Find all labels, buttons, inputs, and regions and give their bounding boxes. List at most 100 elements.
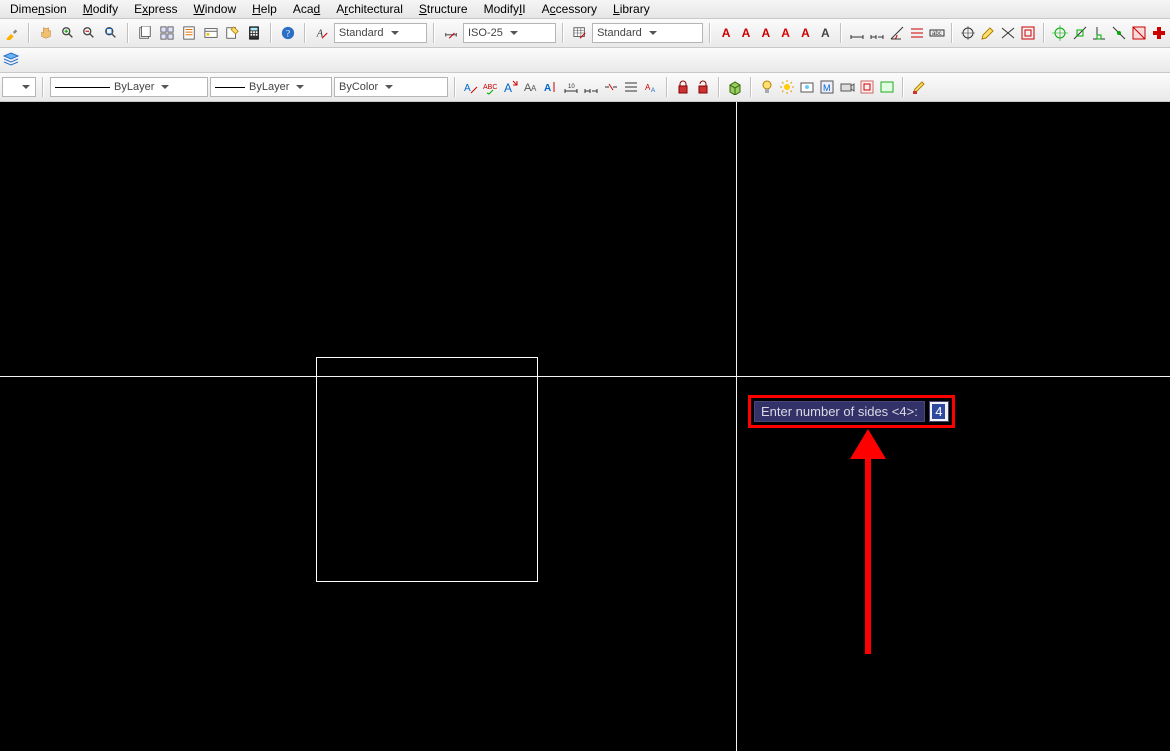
spell-icon[interactable]: ABC <box>482 78 500 96</box>
text-style-icon[interactable]: A <box>312 23 332 43</box>
dim-continue-icon[interactable] <box>868 24 886 42</box>
dim-style-combo[interactable]: ISO-25 <box>463 23 556 43</box>
dim-center-icon[interactable] <box>959 24 977 42</box>
menu-item-architectural[interactable]: Architectural <box>328 1 411 17</box>
menu-item-help[interactable]: Help <box>244 1 285 17</box>
walk-icon[interactable] <box>858 78 876 96</box>
markup-icon[interactable] <box>223 23 243 43</box>
svg-text:A: A <box>464 83 471 94</box>
color-combo[interactable] <box>2 77 36 97</box>
menu-item-express[interactable]: Express <box>126 1 185 17</box>
dim-quick-icon[interactable] <box>908 24 926 42</box>
unlock-icon[interactable] <box>694 78 712 96</box>
dim-edit-icon[interactable] <box>979 24 997 42</box>
render-icon[interactable] <box>798 78 816 96</box>
camera-icon[interactable] <box>838 78 856 96</box>
table-style-combo[interactable]: Standard <box>592 23 703 43</box>
dim-baseline-icon[interactable] <box>848 24 866 42</box>
crosshair-vertical <box>736 102 737 751</box>
layers-icon[interactable] <box>2 51 20 69</box>
dim-radius-icon[interactable]: A <box>797 24 815 42</box>
dimcontinue2-icon[interactable] <box>582 78 600 96</box>
light-icon[interactable] <box>758 78 776 96</box>
menu-item-window[interactable]: Window <box>185 1 244 17</box>
separator <box>127 23 129 43</box>
dynamic-input-prompt[interactable]: Enter number of sides <4>: 4 <box>748 395 955 428</box>
menu-item-modifyii[interactable]: ModifyII <box>476 1 534 17</box>
dim-diameter-icon[interactable]: A <box>816 24 834 42</box>
menu-item-acad[interactable]: Acad <box>285 1 328 17</box>
separator <box>1043 23 1045 43</box>
sheetset-icon[interactable] <box>135 23 155 43</box>
chevron-down-icon <box>507 26 521 40</box>
mtext-icon[interactable]: A <box>462 78 480 96</box>
zoom-in-icon[interactable] <box>58 23 78 43</box>
lineweight-combo[interactable]: ByLayer <box>210 77 332 97</box>
dynamic-input-value[interactable]: 4 <box>929 401 949 422</box>
menu-item-accessory[interactable]: Accessory <box>534 1 605 17</box>
dimspace-icon[interactable] <box>622 78 640 96</box>
linetype-swatch <box>55 87 110 88</box>
dimlinear2-icon[interactable]: 10 <box>562 78 580 96</box>
justify-icon[interactable]: A <box>542 78 560 96</box>
plotstyle-combo[interactable]: ByColor <box>334 77 448 97</box>
table-style-icon[interactable] <box>570 23 590 43</box>
dim-arc-icon[interactable]: A <box>757 24 775 42</box>
properties-icon[interactable] <box>179 23 199 43</box>
separator <box>433 23 435 43</box>
svg-text:A: A <box>531 84 537 93</box>
dim-angular-icon[interactable] <box>888 24 906 42</box>
separator <box>840 23 842 43</box>
dim-aligned-icon[interactable]: A <box>737 24 755 42</box>
osnap-perp-icon[interactable] <box>1090 24 1108 42</box>
design-center-icon[interactable] <box>201 23 221 43</box>
separator <box>270 23 272 43</box>
dim-override-icon[interactable] <box>999 24 1017 42</box>
drawing-canvas[interactable]: Enter number of sides <4>: 4 <box>0 102 1170 751</box>
lock-icon[interactable] <box>674 78 692 96</box>
text-align-icon[interactable]: AA <box>522 78 540 96</box>
osnap-none-icon[interactable] <box>1130 24 1148 42</box>
menu-bar: DimensionModifyExpressWindowHelpAcadArch… <box>0 0 1170 19</box>
dim-style-value: ISO-25 <box>468 27 503 39</box>
svg-text:M: M <box>823 83 831 93</box>
osnap-center-icon[interactable] <box>1110 24 1128 42</box>
svg-text:?: ? <box>286 29 290 40</box>
help-icon[interactable]: ? <box>278 23 298 43</box>
box-icon[interactable] <box>726 78 744 96</box>
separator <box>709 23 711 43</box>
lineweight-value: ByLayer <box>249 81 289 93</box>
tool-palette-icon[interactable] <box>157 23 177 43</box>
calculator-icon[interactable] <box>244 23 264 43</box>
osnap-settings-icon[interactable] <box>1150 24 1168 42</box>
menu-item-library[interactable]: Library <box>605 1 658 17</box>
scale-text-icon[interactable]: A <box>502 78 520 96</box>
dim-update-icon[interactable] <box>1019 24 1037 42</box>
osnap-mid-icon[interactable] <box>1071 24 1089 42</box>
dim-tolerance-icon[interactable]: abc <box>928 24 946 42</box>
menu-item-structure[interactable]: Structure <box>411 1 476 17</box>
pan-icon[interactable] <box>36 23 56 43</box>
dim-style-icon[interactable] <box>441 23 461 43</box>
chevron-down-icon <box>158 80 172 94</box>
match-prop-icon[interactable] <box>2 23 22 43</box>
chevron-down-icon <box>293 80 307 94</box>
osnap-endpoint-icon[interactable] <box>1051 24 1069 42</box>
separator <box>42 77 44 97</box>
linetype-combo[interactable]: ByLayer <box>50 77 208 97</box>
visual-styles-icon[interactable] <box>878 78 896 96</box>
materials-icon[interactable]: M <box>818 78 836 96</box>
text-menu-icon[interactable]: AA <box>642 78 660 96</box>
dim-linear-icon[interactable]: A <box>717 24 735 42</box>
linetype-value: ByLayer <box>114 81 154 93</box>
sun-icon[interactable] <box>778 78 796 96</box>
zoom-out-icon[interactable] <box>80 23 100 43</box>
text-style-combo[interactable]: Standard <box>334 23 427 43</box>
zoom-window-icon[interactable] <box>101 23 121 43</box>
brush-icon[interactable] <box>910 78 928 96</box>
dim-ordinate-icon[interactable]: A <box>777 24 795 42</box>
lineweight-swatch <box>215 87 245 88</box>
menu-item-modify[interactable]: Modify <box>75 1 126 17</box>
menu-item-dimension[interactable]: Dimension <box>2 1 75 17</box>
dimbreak-icon[interactable] <box>602 78 620 96</box>
